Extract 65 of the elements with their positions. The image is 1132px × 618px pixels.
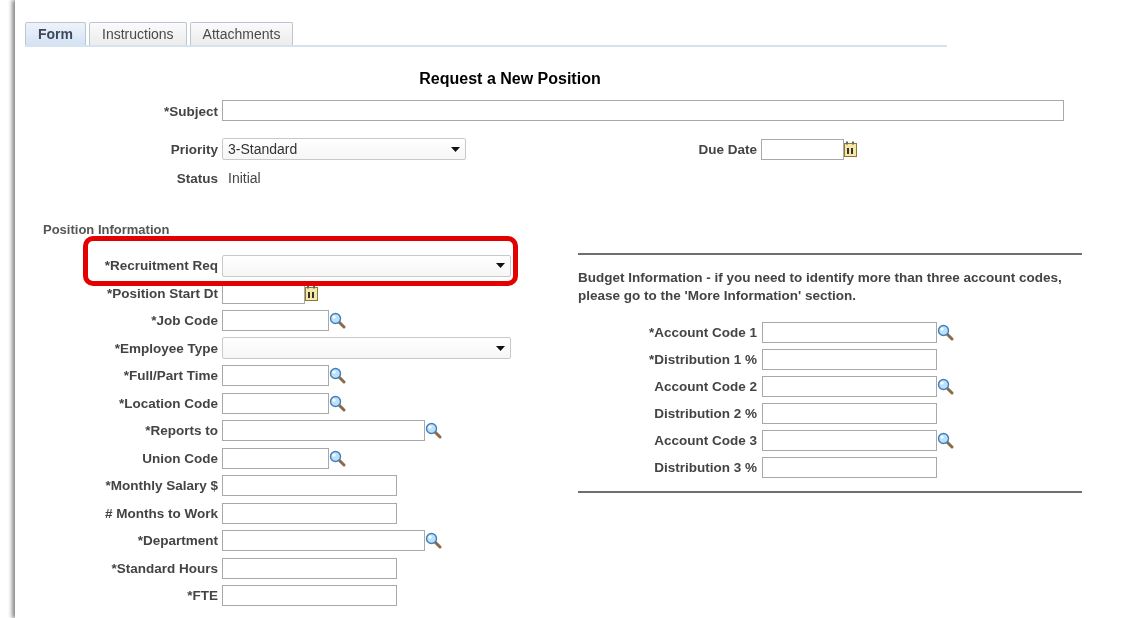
field-label: # Months to Work — [104, 504, 218, 523]
field-label: Priority — [169, 140, 218, 159]
dropdown[interactable] — [222, 254, 511, 277]
search-icon[interactable] — [329, 367, 346, 385]
search-icon[interactable] — [425, 422, 442, 440]
text-field[interactable] — [762, 457, 937, 478]
dropdown[interactable] — [222, 337, 511, 360]
field-label: *Distribution 1 % — [648, 351, 757, 369]
text-field[interactable] — [222, 557, 397, 579]
caret-icon — [451, 146, 460, 152]
field-label: *Standard Hours — [110, 559, 218, 578]
date-field[interactable] — [761, 138, 844, 160]
field-label: *Subject — [163, 102, 218, 121]
caret-icon — [496, 345, 505, 351]
field-label: *Monthly Salary $ — [104, 477, 218, 496]
text-field[interactable] — [762, 376, 937, 397]
text-field[interactable] — [762, 430, 937, 451]
text-field[interactable] — [222, 502, 397, 524]
field-label: *Location Code — [118, 394, 218, 413]
field-label: *FTE — [186, 587, 218, 606]
text-field[interactable] — [222, 475, 397, 497]
field-label: Distribution 3 % — [653, 459, 757, 477]
tab[interactable]: Attachments — [189, 22, 294, 45]
field-label: *Employee Type — [113, 339, 218, 358]
text-field[interactable] — [222, 420, 425, 442]
field-label: *Full/Part Time — [122, 367, 218, 386]
field-label: *Job Code — [150, 312, 218, 331]
search-icon[interactable] — [329, 449, 346, 467]
text-field[interactable] — [762, 322, 937, 343]
caret-icon — [496, 263, 505, 269]
search-icon[interactable] — [937, 432, 954, 449]
status-value: Initial — [227, 170, 261, 186]
section-heading: Position Information — [43, 222, 170, 237]
field-label: Account Code 3 — [653, 432, 757, 450]
text-field[interactable] — [222, 310, 329, 332]
form-title: Request a New Position — [418, 70, 602, 88]
calendar-icon[interactable] — [844, 140, 858, 158]
text-field[interactable] — [762, 403, 937, 424]
text-field[interactable] — [222, 365, 329, 387]
budget-note: Budget Information - if you need to identify more than three account codes, please go to the 'More Information' section. — [578, 269, 1063, 305]
search-icon[interactable] — [937, 378, 954, 395]
search-icon[interactable] — [425, 532, 442, 550]
field-label: Union Code — [141, 449, 218, 468]
dropdown[interactable]: 3-Standard — [222, 138, 466, 160]
search-icon[interactable] — [937, 324, 954, 341]
calendar-icon[interactable] — [305, 284, 319, 302]
text-field[interactable] — [222, 585, 397, 607]
text-field[interactable] — [222, 392, 329, 414]
text-field[interactable] — [222, 530, 425, 552]
text-field[interactable] — [222, 100, 1064, 121]
search-icon[interactable] — [329, 394, 346, 412]
field-label: *Recruitment Req — [103, 257, 218, 276]
text-field[interactable] — [762, 349, 937, 370]
field-label: *Position Start Dt — [106, 284, 218, 303]
field-label: Status — [175, 169, 218, 188]
field-label: Account Code 2 — [653, 378, 757, 396]
tab[interactable]: Form — [25, 22, 86, 45]
search-icon[interactable] — [329, 312, 346, 330]
field-label: Distribution 2 % — [653, 405, 757, 423]
field-label: *Account Code 1 — [648, 324, 757, 342]
tab[interactable]: Instructions — [89, 22, 187, 45]
text-field[interactable] — [222, 447, 329, 469]
field-label: Due Date — [697, 140, 757, 159]
field-label: *Department — [136, 532, 218, 551]
field-label: *Reports to — [144, 422, 218, 441]
